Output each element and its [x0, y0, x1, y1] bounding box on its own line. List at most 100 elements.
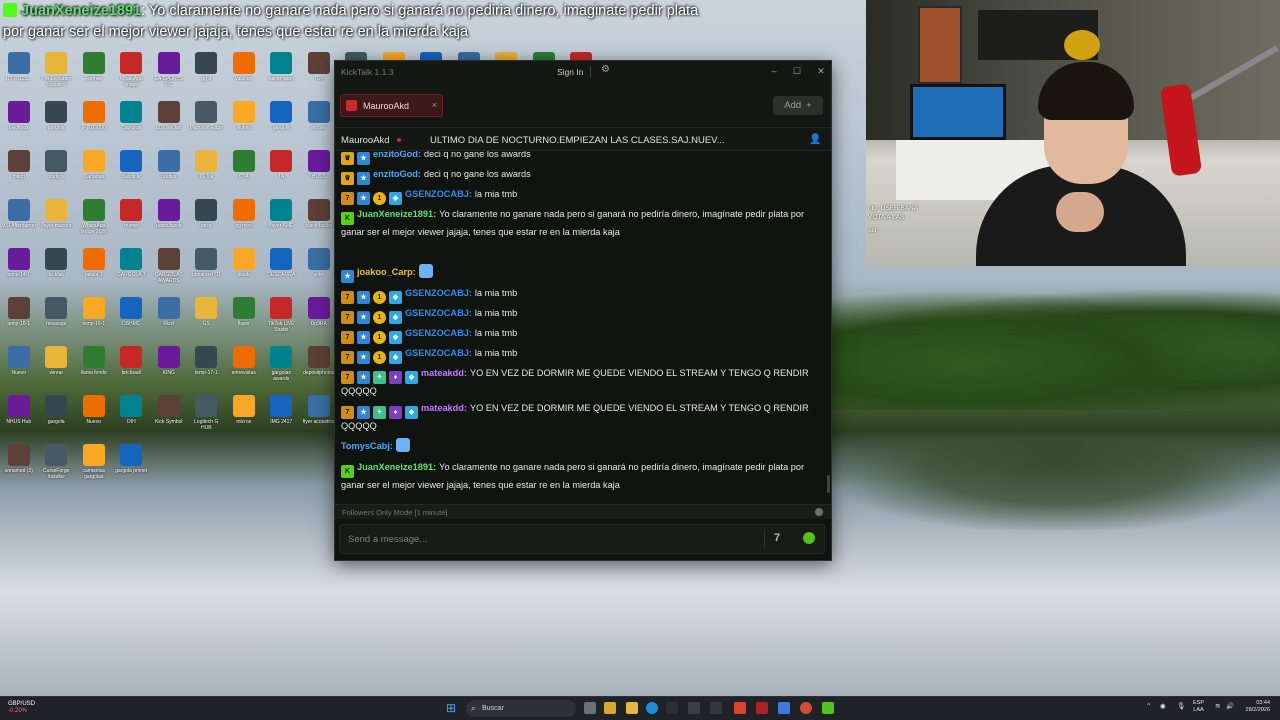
desktop-icon[interactable]: snkk — [300, 244, 338, 293]
chrome-icon[interactable] — [800, 702, 812, 714]
desktop-icon[interactable]: temp-16-1 — [0, 293, 38, 342]
msi-app-icon[interactable] — [710, 702, 722, 714]
desktop-icon[interactable]: tiktok — [225, 244, 263, 293]
desktop-icon[interactable]: TOP — [300, 48, 338, 97]
chat-username[interactable]: GSENZOCABJ — [405, 328, 469, 338]
chat-username[interactable]: mateakdd — [421, 368, 464, 378]
desktop-icon[interactable]: gargola — [38, 391, 76, 440]
desktop-icon[interactable]: gargola primer — [113, 440, 151, 489]
desktop-icon[interactable]: DESCARGA — [263, 244, 301, 293]
chat-message[interactable]: 7 ★ ✦ ♦ ◆ mateakdd: YO EN VEZ DE DORMIR ME QUE… — [341, 401, 819, 434]
desktop-icon[interactable]: brickwall — [113, 342, 151, 391]
desktop-icon[interactable]: GS — [188, 293, 226, 342]
task-view-icon[interactable] — [584, 702, 596, 714]
desktop-icon[interactable]: pelota 1 — [75, 244, 113, 293]
mic-tray-icon[interactable]: 🎙 — [1177, 702, 1185, 710]
terminal-icon[interactable] — [666, 702, 678, 714]
desktop-icon[interactable]: CTA — [225, 146, 263, 195]
desktop-icon[interactable]: black-backs — [300, 195, 338, 244]
chat-username[interactable]: GSENZOCABJ — [405, 288, 469, 298]
chat-username[interactable]: enzitoGod — [373, 151, 418, 159]
language-indicator[interactable]: ESP LAA — [1193, 700, 1204, 714]
desktop-icon[interactable]: transmision — [263, 48, 301, 97]
channel-name[interactable]: MaurooAkd — [341, 135, 390, 146]
market-ticker-widget[interactable]: GBP/USD -0,20% — [8, 701, 35, 715]
windows-start-icon[interactable]: ⊞ — [446, 702, 458, 714]
desktop-icon[interactable]: flayer maceta — [38, 195, 76, 244]
info-icon[interactable] — [815, 508, 823, 516]
desktop-icon[interactable]: llama fondo — [75, 342, 113, 391]
taskbar-clock[interactable]: 03:44 28/2/2026 — [1240, 700, 1270, 714]
edge-icon[interactable] — [646, 702, 658, 714]
desktop-icon[interactable]: EA SPORTS FC — [150, 48, 188, 97]
app-icon[interactable] — [778, 702, 790, 714]
desktop-icon[interactable]: clasificar — [113, 146, 151, 195]
chat-username[interactable]: TomysCabj — [341, 441, 390, 451]
desktop-icon[interactable]: Kick Symbol — [150, 391, 188, 440]
kick-app-icon[interactable] — [822, 702, 834, 714]
desktop-icon[interactable]: Fortnite — [75, 48, 113, 97]
desktop-icon[interactable]: GARGOLA 3 — [113, 244, 151, 293]
chat-message[interactable]: ♛ ★ enzitoGod: deci q no gane los awards — [341, 151, 819, 165]
chat-username[interactable]: GSENZOCABJ — [405, 308, 469, 318]
chat-username[interactable]: enzitoGod — [373, 169, 418, 179]
desktop-icon[interactable]: pantallazos — [150, 195, 188, 244]
desktop-icon[interactable]: flayer — [225, 293, 263, 342]
desktop-icon[interactable]: flyer acoustica — [300, 391, 338, 440]
desktop-icon[interactable]: temp-14-1 — [0, 244, 38, 293]
desktop-icon[interactable]: gargola — [38, 97, 76, 146]
desktop-icon[interactable]: gg d — [188, 48, 226, 97]
chat-message[interactable]: TomysCabj: — [341, 438, 819, 454]
desktop-icon[interactable]: gargola — [263, 97, 301, 146]
desktop-icon[interactable]: winrar — [38, 342, 76, 391]
desktop-icon[interactable]: unnamed (3) — [0, 440, 38, 489]
fe-app-icon[interactable] — [688, 702, 700, 714]
settings-gear-icon[interactable]: ⚙ — [601, 65, 611, 75]
kick-emote-icon[interactable] — [803, 532, 815, 544]
tab-maurooakd[interactable]: MaurooAkd × — [340, 94, 443, 117]
desktop-icon[interactable]: TikTok — [188, 146, 226, 195]
desktop-icon[interactable]: HUSS — [300, 146, 338, 195]
desktop-icon[interactable]: depositphotos — [300, 342, 338, 391]
chat-message[interactable]: K JuanXeneize1891: Yo claramente no ganare… — [341, 207, 819, 240]
desktop-icon[interactable]: ITTF0123... — [0, 48, 38, 97]
desktop-icon[interactable]: Carpetas — [75, 146, 113, 195]
desktop-icon[interactable]: codigo — [38, 146, 76, 195]
sign-in-button[interactable]: Sign In — [557, 67, 583, 77]
desktop-icon[interactable]: DSHMC — [113, 293, 151, 342]
7tv-emote-button[interactable]: 7 — [774, 532, 780, 544]
chat-message[interactable]: 7 ★ 1 ◆ GSENZOCABJ: la mia tmb — [341, 346, 819, 364]
desktop-icon[interactable]: temp-18-1 — [75, 293, 113, 342]
desktop-icon[interactable]: Pro Evolution Soccer 6 — [38, 48, 76, 97]
chat-username[interactable]: joakoo_Carp — [357, 267, 413, 277]
desktop-icon[interactable]: TikTok LIVE Studio — [263, 293, 301, 342]
tab-close-icon[interactable]: × — [432, 100, 437, 110]
desktop-icon[interactable]: Nuevo — [0, 342, 38, 391]
desktop-icon[interactable]: once — [188, 195, 226, 244]
wifi-icon[interactable]: ≋ — [1215, 702, 1220, 710]
desktop-icon[interactable]: message — [38, 293, 76, 342]
brave-icon[interactable] — [734, 702, 746, 714]
desktop-icon[interactable]: gargolas awards — [263, 342, 301, 391]
volume-icon[interactable]: 🔊 — [1226, 702, 1234, 710]
desktop-icon[interactable]: sg mira — [225, 195, 263, 244]
desktop-icon[interactable]: CurseForge Installer — [38, 440, 76, 489]
message-input[interactable] — [340, 525, 750, 553]
desktop-icon[interactable]: MSI Afterburner — [0, 195, 38, 244]
desktop-icon[interactable]: Microsoft Edge — [188, 97, 226, 146]
taskbar-search[interactable]: ⌕ Buscar — [466, 700, 576, 717]
chat-username[interactable]: mateakdd — [421, 403, 464, 413]
chat-message[interactable]: 7 ★ ✦ ♦ ◆ mateakdd: YO EN VEZ DE DORMIR ME QUE… — [341, 366, 819, 399]
chat-message[interactable]: ★ joakoo_Carp: — [341, 264, 819, 283]
desktop-icon[interactable]: OIH — [113, 391, 151, 440]
chat-message[interactable]: 7 ★ 1 ◆ GSENZOCABJ: la mia tmb — [341, 306, 819, 324]
recording-app-icon[interactable] — [756, 702, 768, 714]
desktop-icon[interactable]: micros — [225, 391, 263, 440]
desktop-icon[interactable]: Logitech G HUB — [188, 391, 226, 440]
desktop-icon[interactable]: WhatsApp Image — [113, 48, 151, 97]
desktop-icon[interactable]: bordes — [150, 146, 188, 195]
minimize-button[interactable]: – — [768, 65, 780, 77]
chat-message[interactable]: ♛ ★ enzitoGod: deci q no gane los awards — [341, 167, 819, 185]
desktop-icon[interactable]: mobile — [300, 97, 338, 146]
folder-icon[interactable] — [626, 702, 638, 714]
